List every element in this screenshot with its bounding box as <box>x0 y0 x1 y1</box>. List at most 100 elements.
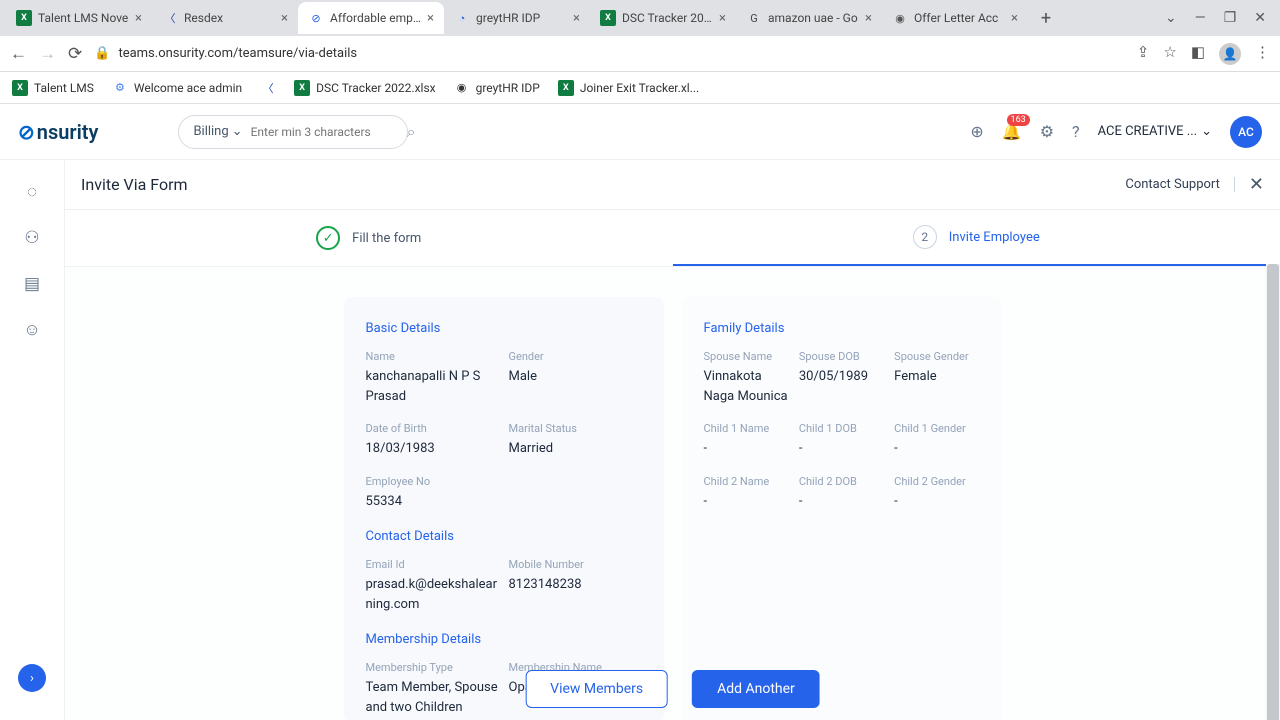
bell-icon[interactable]: 🔔163 <box>1002 122 1022 141</box>
notification-badge: 163 <box>1007 114 1030 126</box>
excel-icon: X <box>16 10 32 26</box>
action-buttons: View Members Add Another <box>525 670 820 708</box>
site-icon: 〈 <box>162 10 178 26</box>
step-fill-form[interactable]: ✓ Fill the form <box>65 210 673 266</box>
excel-icon: X <box>294 80 310 96</box>
section-title: Family Details <box>704 321 980 336</box>
search-category-dropdown[interactable]: Billing ⌄ <box>193 124 242 139</box>
add-another-button[interactable]: Add Another <box>692 670 820 708</box>
child2-name-value: - <box>704 492 789 512</box>
document-icon[interactable]: ▤ <box>24 274 40 294</box>
main-content: Invite Via Form Contact Support ✕ ✓ Fill… <box>65 160 1280 720</box>
sidebar: ◌ ⚇ ▤ ☺ › <box>0 160 65 720</box>
section-title: Contact Details <box>366 529 642 544</box>
logo[interactable]: ⊘nsurity <box>18 120 98 144</box>
profile-icon[interactable]: 👤 <box>1219 43 1241 65</box>
window-controls: ⌄ — ❐ ✕ <box>1165 10 1280 26</box>
dob-value: 18/03/1983 <box>366 439 499 459</box>
bookmark-item[interactable]: ⚙Welcome ace admin <box>112 80 242 96</box>
browser-tab[interactable]: XDSC Tracker 2022× <box>590 2 736 34</box>
avatar[interactable]: AC <box>1230 116 1262 148</box>
gender-value: Male <box>509 367 642 387</box>
excel-icon: X <box>12 80 28 96</box>
step-number: 2 <box>913 225 937 249</box>
close-icon[interactable]: × <box>281 11 288 26</box>
scrollbar-track[interactable] <box>1266 264 1280 720</box>
site-icon: ⚙ <box>112 80 128 96</box>
google-icon: G <box>746 10 762 26</box>
browser-tab[interactable]: 〈Resdex× <box>152 2 298 34</box>
basic-details-card: Basic Details Namekanchanapalli N P S Pr… <box>344 297 664 720</box>
bookmark-item[interactable]: XDSC Tracker 2022.xlsx <box>294 80 435 96</box>
spouse-gender-value: Female <box>894 367 979 387</box>
back-button[interactable]: ← <box>10 44 27 64</box>
dashboard-icon[interactable]: ◌ <box>27 182 37 202</box>
name-value: kanchanapalli N P S Prasad <box>366 367 499 406</box>
minimize-icon[interactable]: — <box>1195 10 1206 26</box>
stepper: ✓ Fill the form 2 Invite Employee <box>65 210 1280 267</box>
user-add-icon[interactable]: ⊕ <box>970 122 983 141</box>
contact-support-link[interactable]: Contact Support <box>1125 177 1235 192</box>
chevron-down-icon: ⌄ <box>232 124 243 139</box>
org-dropdown[interactable]: ACE CREATIVE ... ⌄ <box>1098 124 1212 139</box>
child1-dob-value: - <box>799 439 884 459</box>
marital-value: Married <box>509 439 642 459</box>
close-window-icon[interactable]: ✕ <box>1254 10 1266 26</box>
close-icon[interactable]: × <box>427 11 434 26</box>
child1-name-value: - <box>704 439 789 459</box>
scrollbar-thumb[interactable] <box>1267 264 1279 720</box>
form-review: Basic Details Namekanchanapalli N P S Pr… <box>65 267 1280 720</box>
close-icon[interactable]: × <box>865 11 872 26</box>
search-icon[interactable]: ⌕ <box>407 122 416 142</box>
close-icon[interactable]: × <box>135 11 142 26</box>
site-icon: ⊘ <box>308 10 324 26</box>
gear-icon[interactable]: ⚙ <box>1040 122 1054 141</box>
forward-button[interactable]: → <box>39 44 56 64</box>
close-icon[interactable]: × <box>1011 11 1018 26</box>
team-icon[interactable]: ⚇ <box>24 228 39 248</box>
child2-dob-value: - <box>799 492 884 512</box>
tab-strip: XTalent LMS Nove× 〈Resdex× ⊘Affordable e… <box>0 0 1280 36</box>
spouse-name-value: Vinnakota Naga Mounica <box>704 367 789 406</box>
bookmark-item[interactable]: 〈 <box>260 80 276 96</box>
chevron-down-icon[interactable]: ⌄ <box>1165 10 1177 26</box>
excel-icon: X <box>558 80 574 96</box>
maximize-icon[interactable]: ❐ <box>1224 10 1237 26</box>
bookmark-item[interactable]: ◉greytHR IDP <box>454 80 540 96</box>
new-tab-button[interactable]: + <box>1032 8 1060 29</box>
step-invite-employee[interactable]: 2 Invite Employee <box>673 210 1280 266</box>
reload-button[interactable]: ⟳ <box>68 44 82 64</box>
family-details-card: Family Details Spouse NameVinnakota Naga… <box>682 297 1002 720</box>
browser-tab[interactable]: ◔greytHR IDP× <box>444 2 590 34</box>
search-input[interactable] <box>251 125 407 139</box>
help-icon[interactable]: ? <box>1072 122 1080 141</box>
close-icon[interactable]: × <box>719 11 726 26</box>
browser-tab-active[interactable]: ⊘Affordable emplo× <box>298 2 444 34</box>
close-icon[interactable]: × <box>573 11 580 26</box>
membership-type-value: Team Member, Spouse and two Children <box>366 678 499 717</box>
bookmark-item[interactable]: XTalent LMS <box>12 80 94 96</box>
excel-icon: X <box>600 10 616 26</box>
close-icon[interactable]: ✕ <box>1249 174 1264 195</box>
expand-sidebar-button[interactable]: › <box>18 664 46 692</box>
view-members-button[interactable]: View Members <box>525 670 668 708</box>
globe-icon: ◉ <box>892 10 908 26</box>
menu-icon[interactable]: ⋮ <box>1255 43 1270 65</box>
page-header: Invite Via Form Contact Support ✕ <box>65 160 1280 210</box>
site-icon: 〈 <box>260 80 276 96</box>
mobile-value: 8123148238 <box>509 575 642 595</box>
url-field[interactable]: 🔒 teams.onsurity.com/teamsure/via-detail… <box>94 46 1125 61</box>
section-title: Basic Details <box>366 321 642 336</box>
star-icon[interactable]: ☆ <box>1163 43 1176 65</box>
person-icon[interactable]: ☺ <box>23 320 40 340</box>
share-icon[interactable]: ⇪ <box>1137 43 1150 65</box>
browser-tab[interactable]: XTalent LMS Nove× <box>6 2 152 34</box>
address-bar: ← → ⟳ 🔒 teams.onsurity.com/teamsure/via-… <box>0 36 1280 72</box>
panel-icon[interactable]: ◧ <box>1191 43 1205 65</box>
chevron-down-icon: ⌄ <box>1201 124 1212 139</box>
browser-tab[interactable]: Gamazon uae - Go× <box>736 2 882 34</box>
search-box[interactable]: Billing ⌄ ⌕ <box>178 115 408 149</box>
browser-tab[interactable]: ◉Offer Letter Acc× <box>882 2 1028 34</box>
bookmark-item[interactable]: XJoiner Exit Tracker.xl... <box>558 80 699 96</box>
child2-gender-value: - <box>894 492 979 512</box>
